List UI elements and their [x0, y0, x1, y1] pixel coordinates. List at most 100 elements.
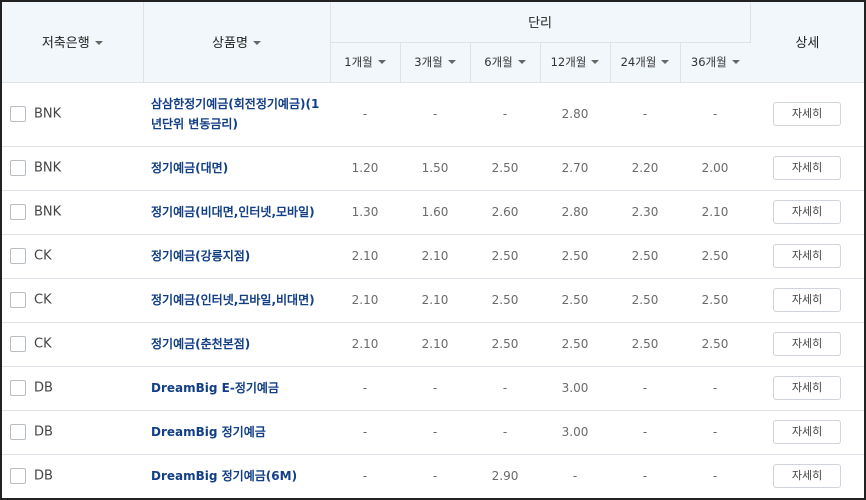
rate-cell: 2.50	[610, 322, 680, 367]
product-name-link[interactable]: 정기예금(강릉지점)	[143, 234, 330, 279]
column-header-bank-label: 저축은행	[41, 36, 90, 52]
detail-button[interactable]: 자세히	[773, 376, 842, 400]
product-name-link[interactable]: 삼삼한정기예금(회전정기예금)(1년단위 변동금리)	[143, 82, 330, 147]
sort-caret-icon	[731, 59, 740, 64]
product-name-link[interactable]: DreamBig 정기예금(6M)	[143, 454, 330, 498]
rate-cell: 2.90	[470, 454, 540, 498]
rate-cell: 2.60	[470, 190, 540, 235]
row-checkbox[interactable]	[10, 336, 26, 352]
rate-cell: -	[330, 454, 400, 498]
rate-cell: -	[330, 366, 400, 411]
rate-cell: 3.00	[540, 410, 610, 455]
rate-cell: 1.50	[400, 146, 470, 191]
column-header-period[interactable]: 6개월	[470, 42, 541, 83]
rate-cell: -	[680, 410, 751, 455]
bank-name: CK	[34, 292, 52, 308]
bank-name: DB	[34, 380, 53, 396]
rate-cell: 2.50	[540, 278, 610, 323]
product-name-link[interactable]: 정기예금(대면)	[143, 146, 330, 191]
column-header-period-label: 12개월	[550, 55, 587, 69]
row-checkbox[interactable]	[10, 204, 26, 220]
bank-name: BNK	[34, 204, 62, 220]
sort-caret-icon	[517, 59, 526, 64]
product-name-link[interactable]: 정기예금(비대면,인터넷,모바일)	[143, 190, 330, 235]
detail-button[interactable]: 자세히	[773, 156, 842, 180]
rate-cell: -	[470, 366, 540, 411]
rate-cell: -	[540, 454, 610, 498]
rate-cell: -	[330, 82, 400, 147]
rate-cell: 2.50	[470, 146, 540, 191]
rate-cell: 2.10	[400, 234, 470, 279]
detail-cell: 자세히	[750, 234, 864, 279]
rate-cell: 2.10	[330, 234, 400, 279]
column-header-period[interactable]: 24개월	[610, 42, 681, 83]
rate-cell: 2.50	[540, 322, 610, 367]
detail-cell: 자세히	[750, 146, 864, 191]
column-header-product-label: 상품명	[212, 36, 248, 52]
rate-cell: 2.10	[400, 322, 470, 367]
row-checkbox[interactable]	[10, 106, 26, 122]
sort-caret-icon	[661, 59, 670, 64]
product-name-link[interactable]: DreamBig 정기예금	[143, 410, 330, 455]
detail-button[interactable]: 자세히	[773, 102, 842, 126]
detail-cell: 자세히	[750, 410, 864, 455]
row-checkbox[interactable]	[10, 160, 26, 176]
column-header-period[interactable]: 36개월	[680, 42, 751, 83]
column-header-product[interactable]: 상품명	[143, 2, 331, 83]
bank-cell: BNK	[2, 146, 143, 191]
rate-cell: 2.50	[470, 278, 540, 323]
rate-cell: 2.10	[330, 322, 400, 367]
column-header-period-label: 3개월	[414, 55, 443, 69]
rate-cell: 1.20	[330, 146, 400, 191]
rate-cell: -	[610, 454, 680, 498]
column-header-period[interactable]: 1개월	[330, 42, 401, 83]
column-header-period[interactable]: 3개월	[400, 42, 471, 83]
sort-caret-icon	[591, 59, 600, 64]
product-name-link[interactable]: 정기예금(춘천본점)	[143, 322, 330, 367]
table-row: CK 정기예금(인터넷,모바일,비대면) 2.10 2.10 2.50 2.50 2.50 2…	[2, 278, 864, 323]
column-header-period-label: 24개월	[620, 55, 657, 69]
savings-rate-table: 저축은행 상품명 단리 상세 1개월 3개월 6개월 12개월 24개월 36개월 BNK…	[2, 2, 864, 498]
table-row: BNK 정기예금(비대면,인터넷,모바일) 1.30 1.60 2.60 2.80 2.30…	[2, 190, 864, 235]
rate-cell: -	[400, 410, 470, 455]
detail-button[interactable]: 자세히	[773, 200, 842, 224]
row-checkbox[interactable]	[10, 424, 26, 440]
bank-cell: BNK	[2, 190, 143, 235]
product-name-link[interactable]: 정기예금(인터넷,모바일,비대면)	[143, 278, 330, 323]
row-checkbox[interactable]	[10, 248, 26, 264]
rate-cell: 2.50	[470, 234, 540, 279]
rate-cell: -	[470, 410, 540, 455]
rate-cell: 2.50	[470, 322, 540, 367]
sort-caret-icon	[447, 59, 456, 64]
savings-rate-table-frame: 저축은행 상품명 단리 상세 1개월 3개월 6개월 12개월 24개월 36개월 BNK…	[0, 0, 866, 500]
detail-cell: 자세히	[750, 454, 864, 498]
table-row: BNK 삼삼한정기예금(회전정기예금)(1년단위 변동금리) - - -2.80- - 자세…	[2, 82, 864, 147]
row-checkbox[interactable]	[10, 380, 26, 396]
detail-cell: 자세히	[750, 322, 864, 367]
table-row: DB DreamBig 정기예금 - - -3.00- - 자세히	[2, 410, 864, 455]
column-header-bank[interactable]: 저축은행	[2, 2, 144, 83]
detail-cell: 자세히	[750, 278, 864, 323]
rate-cell: 2.70	[540, 146, 610, 191]
detail-button[interactable]: 자세히	[773, 244, 842, 268]
table-row: DB DreamBig E-정기예금 - - -3.00- - 자세히	[2, 366, 864, 411]
detail-button[interactable]: 자세히	[773, 288, 842, 312]
detail-button[interactable]: 자세히	[773, 464, 842, 488]
row-checkbox[interactable]	[10, 292, 26, 308]
detail-button[interactable]: 자세히	[773, 420, 842, 444]
detail-button[interactable]: 자세히	[773, 332, 842, 356]
column-group-label: 단리	[528, 16, 552, 32]
product-name-link[interactable]: DreamBig E-정기예금	[143, 366, 330, 411]
rate-cell: 2.50	[680, 278, 751, 323]
table-row: CK 정기예금(춘천본점) 2.10 2.10 2.50 2.50 2.50 2.50 자세히	[2, 322, 864, 367]
sort-caret-icon	[94, 40, 103, 45]
column-header-period-label: 6개월	[484, 55, 513, 69]
rate-cell: 2.10	[680, 190, 751, 235]
column-header-period-label: 36개월	[690, 55, 727, 69]
bank-cell: CK	[2, 322, 143, 367]
row-checkbox[interactable]	[10, 468, 26, 484]
rate-cell: 2.00	[680, 146, 751, 191]
bank-cell: CK	[2, 234, 143, 279]
detail-cell: 자세히	[750, 190, 864, 235]
column-header-period[interactable]: 12개월	[540, 42, 611, 83]
